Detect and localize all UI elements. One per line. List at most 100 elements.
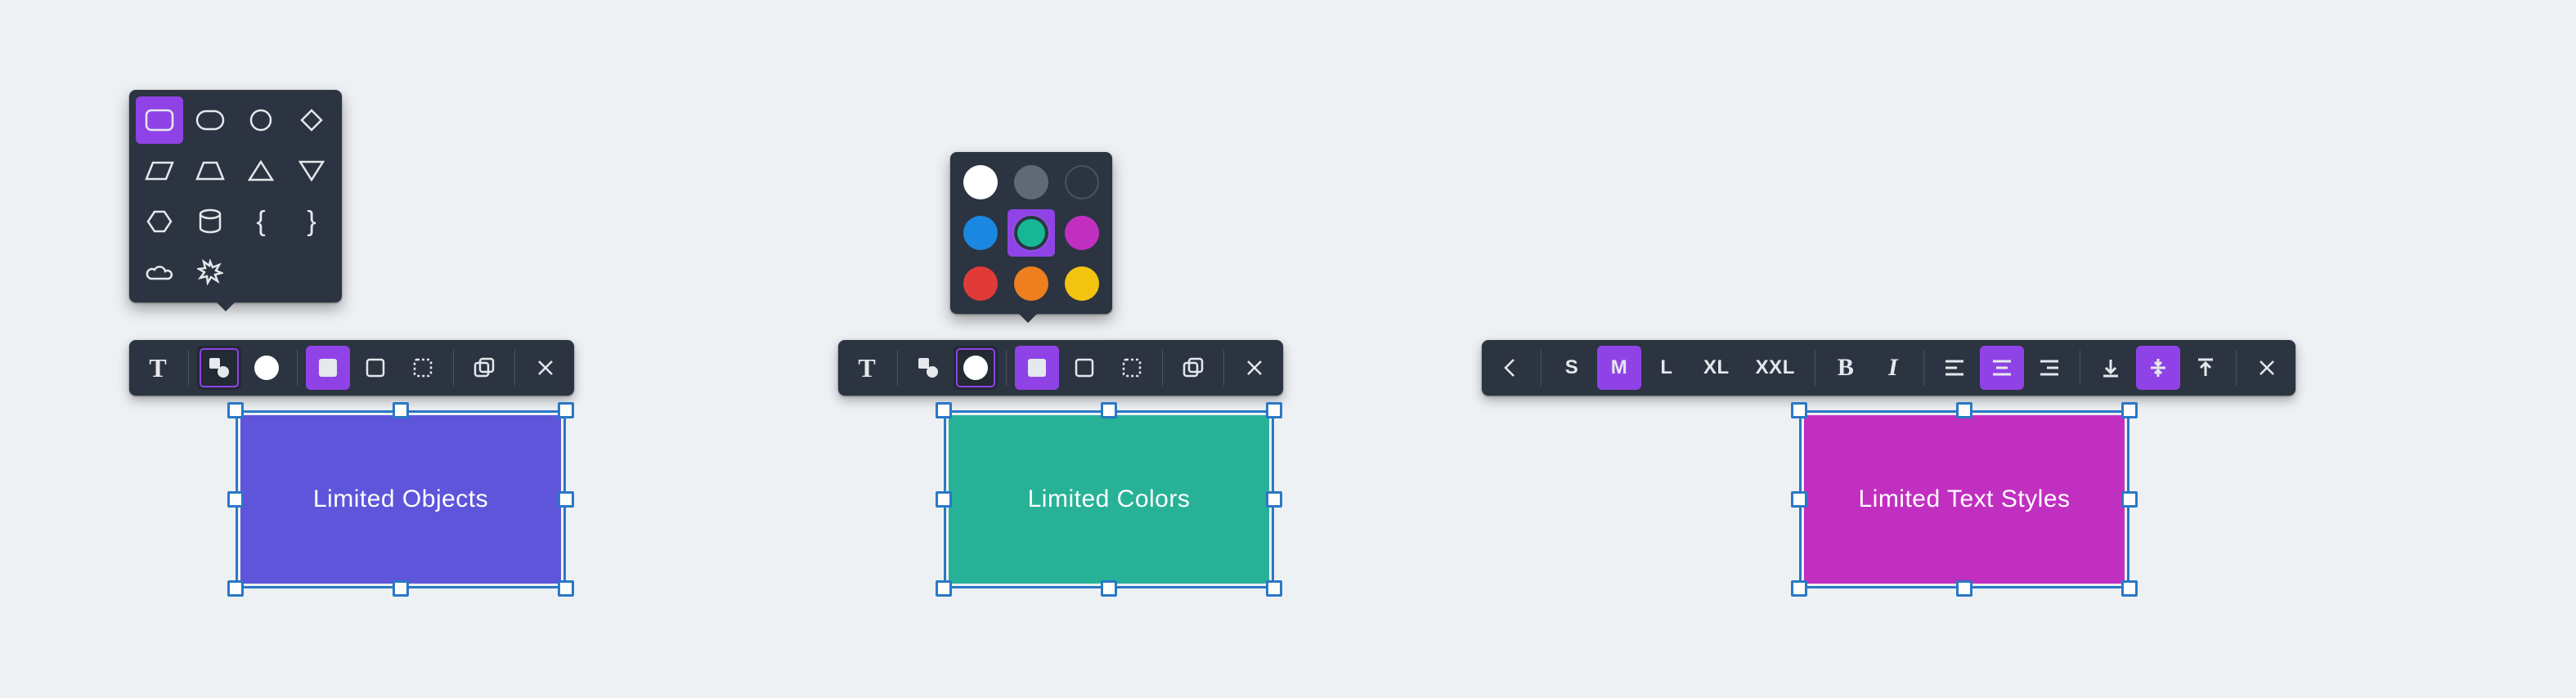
resize-handle-ne[interactable] bbox=[1266, 402, 1282, 418]
resize-handle-n[interactable] bbox=[1956, 402, 1972, 418]
shape-toolbar: T bbox=[838, 340, 1283, 396]
object-label: Limited Colors bbox=[1028, 485, 1191, 513]
separator bbox=[1541, 350, 1542, 386]
resize-handle-e[interactable] bbox=[558, 491, 574, 508]
shape-circle[interactable] bbox=[237, 96, 285, 144]
swatch-orange[interactable] bbox=[1008, 260, 1055, 307]
resize-handle-n[interactable] bbox=[1101, 402, 1117, 418]
selected-object[interactable]: Limited Colors bbox=[944, 410, 1274, 588]
resize-handle-s[interactable] bbox=[393, 580, 409, 597]
shape-rounded-rect[interactable] bbox=[136, 96, 183, 144]
separator bbox=[1006, 350, 1007, 386]
valign-middle-button[interactable] bbox=[2136, 346, 2180, 390]
separator bbox=[514, 350, 515, 386]
text-toolbar: S M L XL XXL B I bbox=[1482, 340, 2296, 396]
resize-handle-nw[interactable] bbox=[936, 402, 952, 418]
swatch-teal[interactable] bbox=[1008, 209, 1055, 257]
size-m[interactable]: M bbox=[1597, 346, 1641, 390]
resize-handle-se[interactable] bbox=[2121, 580, 2138, 597]
separator bbox=[2236, 350, 2237, 386]
resize-handle-n[interactable] bbox=[393, 402, 409, 418]
resize-handle-ne[interactable] bbox=[2121, 402, 2138, 418]
duplicate-button[interactable] bbox=[1171, 346, 1215, 390]
shape-brace-left[interactable]: { bbox=[237, 198, 285, 245]
separator bbox=[897, 350, 898, 386]
shape-cylinder[interactable] bbox=[186, 198, 234, 245]
text-tool-button[interactable]: T bbox=[136, 346, 180, 390]
duplicate-button[interactable] bbox=[462, 346, 506, 390]
shape-diamond[interactable] bbox=[288, 96, 335, 144]
resize-handle-w[interactable] bbox=[1791, 491, 1807, 508]
shape-parallelogram[interactable] bbox=[136, 147, 183, 195]
delete-button[interactable] bbox=[523, 346, 568, 390]
delete-button[interactable] bbox=[1232, 346, 1277, 390]
resize-handle-nw[interactable] bbox=[1791, 402, 1807, 418]
size-xxl[interactable]: XXL bbox=[1744, 346, 1806, 390]
resize-handle-ne[interactable] bbox=[558, 402, 574, 418]
resize-handle-w[interactable] bbox=[227, 491, 244, 508]
shape-inverted-triangle[interactable] bbox=[288, 147, 335, 195]
resize-handle-nw[interactable] bbox=[227, 402, 244, 418]
shapes-popover: { } bbox=[129, 90, 342, 302]
dashed-style-button[interactable] bbox=[401, 346, 445, 390]
shapes-button[interactable] bbox=[197, 346, 241, 390]
align-center-button[interactable] bbox=[1980, 346, 2024, 390]
resize-handle-w[interactable] bbox=[936, 491, 952, 508]
resize-handle-e[interactable] bbox=[2121, 491, 2138, 508]
shapes-button[interactable] bbox=[906, 346, 950, 390]
resize-handle-sw[interactable] bbox=[227, 580, 244, 597]
valign-top-button[interactable] bbox=[2183, 346, 2228, 390]
swatch-dark[interactable] bbox=[1058, 159, 1106, 206]
swatch-gray[interactable] bbox=[1008, 159, 1055, 206]
fill-style-button[interactable] bbox=[306, 346, 350, 390]
object-label: Limited Objects bbox=[313, 485, 488, 513]
resize-handle-se[interactable] bbox=[558, 580, 574, 597]
size-l[interactable]: L bbox=[1645, 346, 1689, 390]
bold-button[interactable]: B bbox=[1824, 346, 1868, 390]
shape-capsule[interactable] bbox=[186, 96, 234, 144]
shape-brace-right[interactable]: } bbox=[288, 198, 335, 245]
swatch-red[interactable] bbox=[957, 260, 1004, 307]
size-xl[interactable]: XL bbox=[1692, 346, 1741, 390]
resize-handle-s[interactable] bbox=[1101, 580, 1117, 597]
separator bbox=[188, 350, 189, 386]
shape-cloud[interactable] bbox=[136, 248, 183, 296]
shape-trapezoid[interactable] bbox=[186, 147, 234, 195]
swatch-yellow[interactable] bbox=[1058, 260, 1106, 307]
selected-object[interactable]: Limited Text Styles bbox=[1799, 410, 2129, 588]
resize-handle-se[interactable] bbox=[1266, 580, 1282, 597]
shape-burst[interactable] bbox=[186, 248, 234, 296]
dashed-style-button[interactable] bbox=[1110, 346, 1154, 390]
shape-triangle[interactable] bbox=[237, 147, 285, 195]
color-button[interactable] bbox=[245, 346, 289, 390]
shape-toolbar: T bbox=[129, 340, 574, 396]
italic-button[interactable]: I bbox=[1871, 346, 1915, 390]
resize-handle-s[interactable] bbox=[1956, 580, 1972, 597]
separator bbox=[453, 350, 454, 386]
separator bbox=[297, 350, 298, 386]
colors-popover bbox=[950, 152, 1112, 314]
separator bbox=[1162, 350, 1163, 386]
valign-bottom-button[interactable] bbox=[2089, 346, 2133, 390]
resize-handle-sw[interactable] bbox=[936, 580, 952, 597]
back-button[interactable] bbox=[1488, 346, 1533, 390]
fill-style-button[interactable] bbox=[1015, 346, 1059, 390]
resize-handle-e[interactable] bbox=[1266, 491, 1282, 508]
size-s[interactable]: S bbox=[1550, 346, 1594, 390]
selected-object[interactable]: Limited Objects bbox=[236, 410, 566, 588]
object-label: Limited Text Styles bbox=[1858, 485, 2070, 513]
delete-button[interactable] bbox=[2245, 346, 2289, 390]
swatch-white[interactable] bbox=[957, 159, 1004, 206]
shape-hexagon[interactable] bbox=[136, 198, 183, 245]
align-right-button[interactable] bbox=[2027, 346, 2071, 390]
swatch-magenta[interactable] bbox=[1058, 209, 1106, 257]
swatch-blue[interactable] bbox=[957, 209, 1004, 257]
separator bbox=[1223, 350, 1224, 386]
align-left-button[interactable] bbox=[1932, 346, 1977, 390]
color-button[interactable] bbox=[954, 346, 998, 390]
text-tool-button[interactable]: T bbox=[845, 346, 889, 390]
separator bbox=[1923, 350, 1924, 386]
stroke-style-button[interactable] bbox=[353, 346, 397, 390]
stroke-style-button[interactable] bbox=[1062, 346, 1106, 390]
resize-handle-sw[interactable] bbox=[1791, 580, 1807, 597]
